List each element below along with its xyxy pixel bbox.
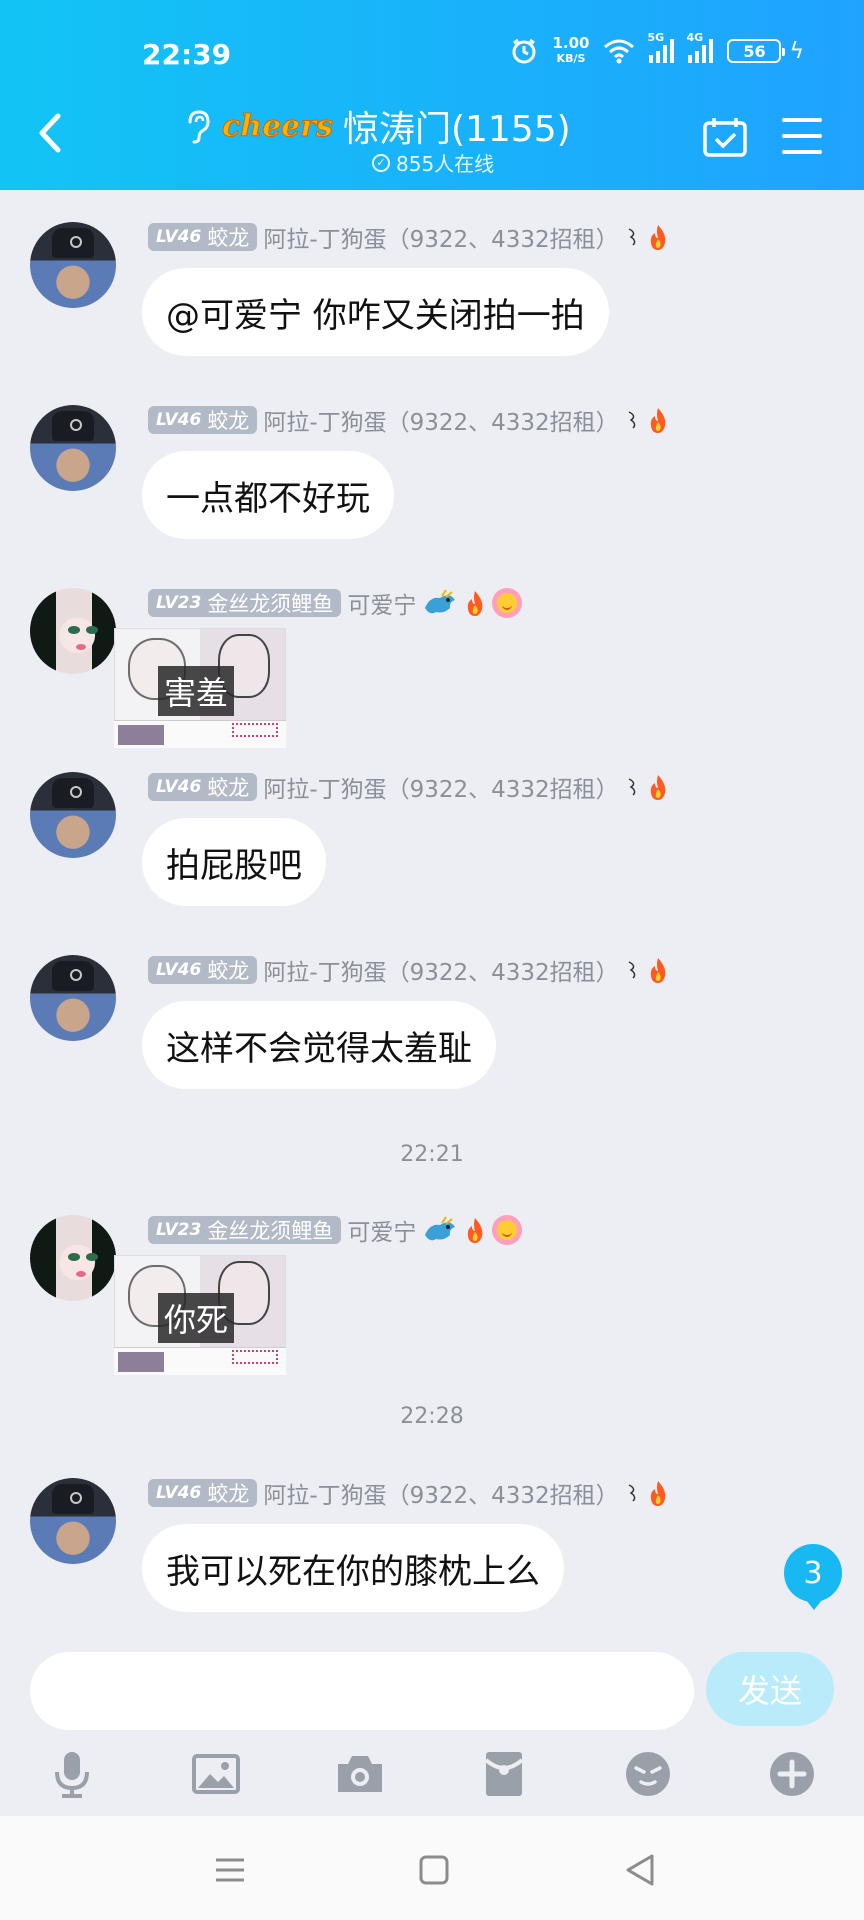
level-badge: LV23 金丝龙须鲤鱼 xyxy=(148,589,342,617)
message-meta: LV46 蛟龙 阿拉-丁狗蛋（9322、4332招租） xyxy=(148,770,669,804)
lightning-icon xyxy=(628,961,636,979)
group-title-area[interactable]: cheers 惊涛门(1155) xyxy=(182,100,571,152)
flame-icon xyxy=(650,1481,666,1506)
lightning-icon xyxy=(628,1484,636,1502)
level-badge: LV46 蛟龙 xyxy=(148,1479,258,1507)
emoji-icon[interactable] xyxy=(622,1748,674,1800)
level-badge: LV46 蛟龙 xyxy=(148,406,258,434)
message-meta: LV46 蛟龙 阿拉-丁狗蛋（9322、4332招租） xyxy=(148,1476,669,1510)
lightning-icon xyxy=(628,778,636,796)
message-bubble[interactable]: 这样不会觉得太羞耻 xyxy=(142,1001,496,1089)
message-meta: LV46 蛟龙 阿拉-丁狗蛋（9322、4332招租） xyxy=(148,403,669,437)
dragon-icon xyxy=(425,589,456,614)
unread-count-badge[interactable]: 3 xyxy=(784,1544,842,1610)
alarm-icon xyxy=(512,38,536,64)
message-bubble[interactable]: @可爱宁 你咋又关闭拍一拍 xyxy=(142,268,609,356)
online-check-icon: ✓ xyxy=(372,153,390,172)
camera-icon[interactable] xyxy=(334,1748,386,1800)
smile-badge-icon xyxy=(492,588,523,618)
menu-button[interactable] xyxy=(782,118,822,154)
sender-name[interactable]: 阿拉-丁狗蛋（9322、4332招租） xyxy=(263,403,618,437)
header: 22:39 1.00 KB/S 5G 4G 56 ϟ cheers 惊涛门(115… xyxy=(0,0,864,190)
avatar[interactable] xyxy=(30,588,116,674)
battery-icon: 56 xyxy=(727,39,786,63)
level-badge: LV46 蛟龙 xyxy=(148,223,258,251)
sticker-message[interactable]: 害羞 xyxy=(114,628,286,748)
message-bubble[interactable]: 我可以死在你的膝枕上么 xyxy=(142,1524,564,1612)
mic-icon[interactable] xyxy=(46,1748,98,1800)
message-bubble[interactable]: 一点都不好玩 xyxy=(142,451,394,539)
sender-name[interactable]: 阿拉-丁狗蛋（9322、4332招租） xyxy=(263,953,618,987)
level-badge: LV46 蛟龙 xyxy=(148,956,258,984)
message-meta: LV46 蛟龙 阿拉-丁狗蛋（9322、4332招租） xyxy=(148,953,669,987)
home-nav-icon[interactable] xyxy=(414,1850,454,1890)
smile-badge-icon xyxy=(492,1215,523,1245)
lightning-icon xyxy=(628,411,636,429)
sender-name[interactable]: 可爱宁 xyxy=(347,586,416,620)
flame-icon xyxy=(468,1218,483,1243)
plus-icon[interactable] xyxy=(766,1748,818,1800)
sender-name[interactable]: 阿拉-丁狗蛋（9322、4332招租） xyxy=(263,1476,618,1510)
back-button[interactable] xyxy=(30,108,70,158)
sender-name[interactable]: 阿拉-丁狗蛋（9322、4332招租） xyxy=(263,770,618,804)
status-time: 22:39 xyxy=(142,38,232,71)
message-input[interactable] xyxy=(30,1652,694,1730)
dragon-icon xyxy=(425,1216,456,1241)
avatar[interactable] xyxy=(30,772,116,858)
sticker-caption: 害羞 xyxy=(158,666,235,716)
send-button[interactable]: 发送 xyxy=(706,1652,834,1726)
image-icon[interactable] xyxy=(190,1748,242,1800)
system-nav-bar xyxy=(0,1816,864,1920)
level-badge: LV23 金丝龙须鲤鱼 xyxy=(148,1216,342,1244)
flame-icon xyxy=(468,591,483,616)
avatar[interactable] xyxy=(30,222,116,308)
menu-nav-icon[interactable] xyxy=(210,1850,250,1890)
avatar[interactable] xyxy=(30,1478,116,1564)
charging-icon: ϟ xyxy=(789,38,804,64)
flame-icon xyxy=(650,225,666,250)
calendar-check-button[interactable] xyxy=(702,116,748,158)
sticker-caption: 你死 xyxy=(158,1293,235,1343)
flame-icon xyxy=(650,958,666,983)
message-meta: LV23 金丝龙须鲤鱼 可爱宁 xyxy=(148,586,523,620)
sender-name[interactable]: 可爱宁 xyxy=(347,1213,416,1247)
avatar[interactable] xyxy=(30,955,116,1041)
level-badge: LV46 蛟龙 xyxy=(148,773,258,801)
timestamp: 22:28 xyxy=(400,1404,464,1429)
signal-icon-4g: 4G xyxy=(686,31,714,63)
sticker-message[interactable]: 你死 xyxy=(114,1255,286,1375)
composer: 发送 xyxy=(0,1626,864,1816)
group-title: 惊涛门(1155) xyxy=(342,109,571,150)
red-packet-icon[interactable] xyxy=(478,1748,530,1800)
net-speed: 1.00 KB/S xyxy=(552,34,590,66)
signal-icon-5g: 5G xyxy=(647,31,675,63)
avatar[interactable] xyxy=(30,405,116,491)
lightning-icon xyxy=(628,228,636,246)
message-meta: LV46 蛟龙 阿拉-丁狗蛋（9322、4332招租） xyxy=(148,220,669,254)
composer-toolbar xyxy=(0,1740,864,1810)
ear-icon xyxy=(188,110,210,144)
avatar[interactable] xyxy=(30,1215,116,1301)
back-nav-icon[interactable] xyxy=(620,1850,660,1890)
wifi-icon xyxy=(604,39,635,64)
timestamp: 22:21 xyxy=(400,1142,464,1167)
flame-icon xyxy=(650,775,666,800)
status-icons: 1.00 KB/S 5G 4G 56 ϟ xyxy=(510,31,804,66)
cheers-logo: cheers xyxy=(222,108,334,144)
message-bubble[interactable]: 拍屁股吧 xyxy=(142,818,326,906)
sender-name[interactable]: 阿拉-丁狗蛋（9322、4332招租） xyxy=(263,220,618,254)
flame-icon xyxy=(650,408,666,433)
online-count: ✓ 855人在线 xyxy=(372,148,494,177)
message-meta: LV23 金丝龙须鲤鱼 可爱宁 xyxy=(148,1213,523,1247)
